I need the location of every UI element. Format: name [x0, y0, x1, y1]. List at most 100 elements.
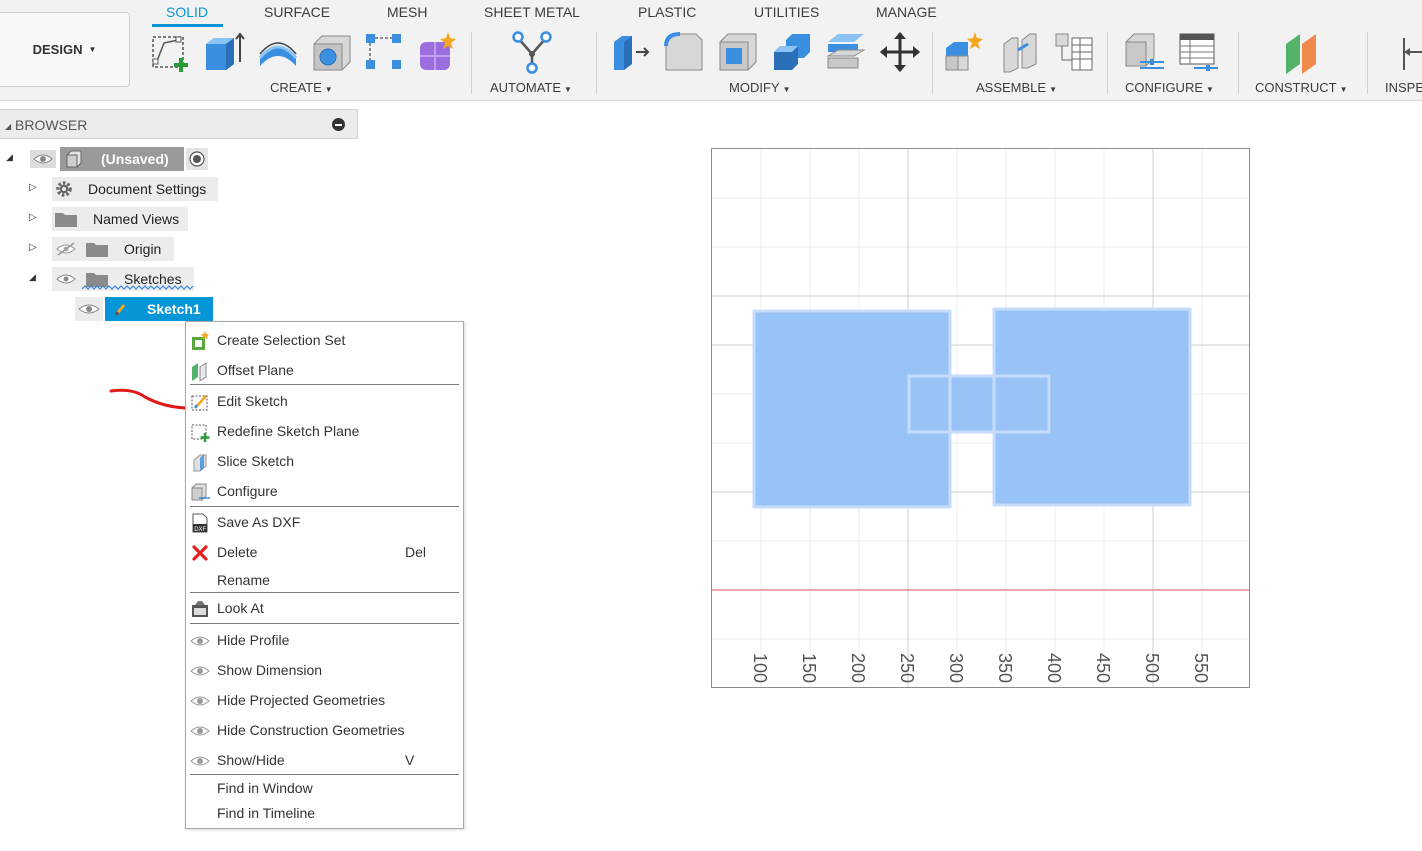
menu-separator: [190, 506, 459, 507]
browser-panel-header[interactable]: ◢ BROWSER: [0, 109, 358, 139]
tab-manage[interactable]: MANAGE: [876, 4, 937, 20]
collapse-triangle-icon[interactable]: ◢: [5, 122, 11, 131]
root-component-label: (Unsaved): [101, 151, 169, 167]
configure-icon[interactable]: [1122, 30, 1166, 74]
minimize-icon[interactable]: [332, 118, 345, 131]
offset-plane-icon[interactable]: [1280, 30, 1324, 74]
create-sketch-icon[interactable]: [148, 30, 192, 74]
group-divider: [471, 32, 472, 94]
menu-item-save-as-dxf[interactable]: DXF Save As DXF: [186, 510, 463, 534]
create-group-label[interactable]: CREATE ▼: [270, 80, 333, 95]
menu-item-slice-sketch[interactable]: Slice Sketch: [186, 449, 463, 473]
measure-icon[interactable]: [1396, 30, 1422, 74]
menu-separator: [190, 592, 459, 593]
replace-face-icon[interactable]: [824, 30, 868, 74]
chevron-down-icon: ▼: [88, 45, 97, 54]
ribbon-toolbar: DESIGN ▼ SOLID SURFACE MESH SHEET METAL …: [0, 0, 1422, 101]
automate-icon[interactable]: [510, 30, 554, 74]
x-tick-label: 200: [848, 653, 868, 683]
menu-item-hide-construction-geometries[interactable]: Hide Construction Geometries: [186, 718, 463, 742]
extrude-icon[interactable]: [202, 30, 246, 74]
tab-surface[interactable]: SURFACE: [264, 4, 330, 20]
menu-item-hide-projected-geometries[interactable]: Hide Projected Geometries: [186, 688, 463, 712]
menu-separator: [190, 384, 459, 385]
combine-icon[interactable]: [770, 30, 814, 74]
context-menu: Create Selection Set Offset Plane Edit S…: [185, 321, 464, 829]
menu-separator: [190, 774, 459, 775]
x-tick-label: 250: [897, 653, 917, 683]
pattern-icon[interactable]: [362, 30, 406, 74]
look-at-icon: [192, 601, 208, 617]
offset-plane-icon: [192, 362, 207, 381]
collapsed-triangle-icon[interactable]: ▷: [29, 212, 37, 223]
redefine-plane-icon: [191, 424, 210, 442]
tab-solid[interactable]: SOLID: [166, 4, 208, 20]
browser-title: BROWSER: [15, 117, 88, 133]
menu-item-offset-plane[interactable]: Offset Plane: [186, 358, 463, 382]
eye-icon: [190, 756, 210, 766]
menu-item-find-in-window[interactable]: Find in Window: [186, 776, 463, 800]
press-pull-icon[interactable]: [608, 30, 652, 74]
sketch-canvas-viewport[interactable]: 400 350 300 250 200 150 100 50 0 50 100 …: [711, 148, 1250, 688]
selection-set-icon: [192, 331, 210, 350]
folder-icon: [86, 243, 108, 257]
folder-icon: [55, 213, 77, 227]
menu-item-look-at[interactable]: Look At: [186, 596, 463, 620]
tab-utilities[interactable]: UTILITIES: [754, 4, 819, 20]
bill-of-materials-icon[interactable]: [1052, 30, 1096, 74]
inspect-group-label[interactable]: INSPE: [1385, 80, 1422, 95]
configure-icon: [191, 483, 210, 501]
x-tick-label: 550: [1191, 653, 1211, 683]
workspace-label: DESIGN: [32, 42, 83, 57]
edit-sketch-icon: [191, 395, 208, 411]
workspace-switcher-button[interactable]: DESIGN ▼: [0, 12, 130, 87]
sketch-icon: [114, 304, 126, 316]
shell-icon[interactable]: [716, 30, 760, 74]
expanded-triangle-icon[interactable]: ◢: [29, 272, 36, 283]
menu-item-show-hide[interactable]: Show/Hide V: [186, 748, 463, 772]
joint-icon[interactable]: [998, 30, 1042, 74]
create-form-icon[interactable]: [416, 30, 460, 74]
tree-item-document-settings[interactable]: Document Settings: [52, 177, 218, 201]
tab-sheet-metal[interactable]: SHEET METAL: [484, 4, 580, 20]
construct-group-label[interactable]: CONSTRUCT ▼: [1255, 80, 1348, 95]
fillet-icon[interactable]: [662, 30, 706, 74]
hole-icon[interactable]: [310, 30, 354, 74]
x-tick-label: 400: [1044, 653, 1064, 683]
menu-item-delete[interactable]: Delete Del: [186, 540, 463, 564]
shortcut-del: Del: [405, 544, 427, 560]
x-tick-label: 500: [1142, 653, 1162, 683]
menu-item-rename[interactable]: Rename: [186, 568, 463, 592]
eye-icon[interactable]: [75, 297, 103, 321]
eye-icon[interactable]: [30, 150, 56, 168]
tab-plastic[interactable]: PLASTIC: [638, 4, 696, 20]
menu-item-hide-profile[interactable]: Hide Profile: [186, 628, 463, 652]
sketch-profile-bridge: [907, 374, 1051, 434]
collapsed-triangle-icon[interactable]: ▷: [29, 182, 37, 193]
dxf-icon: DXF: [192, 513, 208, 533]
menu-item-create-selection-set[interactable]: Create Selection Set: [186, 328, 463, 352]
configuration-table-icon[interactable]: [1176, 30, 1220, 74]
revolve-icon[interactable]: [256, 30, 300, 74]
expanded-triangle-icon[interactable]: ◢: [6, 152, 13, 163]
menu-item-redefine-sketch-plane[interactable]: Redefine Sketch Plane: [186, 419, 463, 443]
move-copy-icon[interactable]: [878, 30, 922, 74]
slice-icon: [193, 454, 207, 472]
menu-item-show-dimension[interactable]: Show Dimension: [186, 658, 463, 682]
collapsed-triangle-icon[interactable]: ▷: [29, 242, 37, 253]
activate-radio-icon[interactable]: [186, 148, 208, 170]
menu-item-configure[interactable]: Configure: [186, 479, 463, 503]
new-component-icon[interactable]: [942, 30, 986, 74]
modify-group-label[interactable]: MODIFY ▼: [729, 80, 790, 95]
automate-group-label[interactable]: AUTOMATE ▼: [490, 80, 572, 95]
menu-item-find-in-timeline[interactable]: Find in Timeline: [186, 801, 463, 825]
eye-hidden-icon[interactable]: [55, 241, 77, 257]
x-tick-label: 350: [995, 653, 1015, 683]
tab-mesh[interactable]: MESH: [387, 4, 427, 20]
assemble-group-label[interactable]: ASSEMBLE ▼: [976, 80, 1057, 95]
configure-group-label[interactable]: CONFIGURE ▼: [1125, 80, 1214, 95]
active-tab-indicator: [152, 24, 223, 27]
eye-icon[interactable]: [55, 271, 77, 287]
eye-icon: [190, 726, 210, 736]
menu-item-edit-sketch[interactable]: Edit Sketch: [186, 389, 463, 413]
